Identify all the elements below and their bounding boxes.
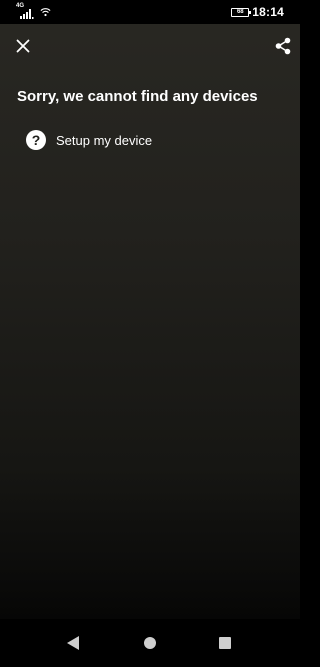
share-icon bbox=[275, 37, 291, 55]
help-icon: ? bbox=[26, 130, 46, 150]
status-bar: 4G 68 18:14 bbox=[0, 0, 300, 24]
status-time: 18:14 bbox=[252, 5, 284, 19]
setup-device-label: Setup my device bbox=[56, 132, 153, 148]
status-right: 68 18:14 bbox=[231, 4, 284, 20]
wifi-icon bbox=[40, 8, 51, 17]
close-button[interactable] bbox=[12, 35, 34, 57]
screen: 4G 68 18:14 Sorry, we cannot find any de… bbox=[0, 0, 300, 667]
recents-icon[interactable] bbox=[219, 637, 231, 649]
setup-device-item[interactable]: ? Setup my device bbox=[26, 128, 152, 152]
top-app-bar bbox=[0, 24, 300, 68]
signal-icon bbox=[20, 9, 34, 19]
system-nav-bar bbox=[0, 619, 300, 667]
back-icon[interactable] bbox=[67, 636, 79, 650]
share-button[interactable] bbox=[272, 35, 294, 57]
battery-icon: 68 bbox=[231, 7, 252, 17]
page-title: Sorry, we cannot find any devices bbox=[17, 88, 258, 105]
home-icon[interactable] bbox=[144, 637, 156, 649]
battery-level: 68 bbox=[236, 8, 244, 15]
close-icon bbox=[16, 39, 30, 53]
